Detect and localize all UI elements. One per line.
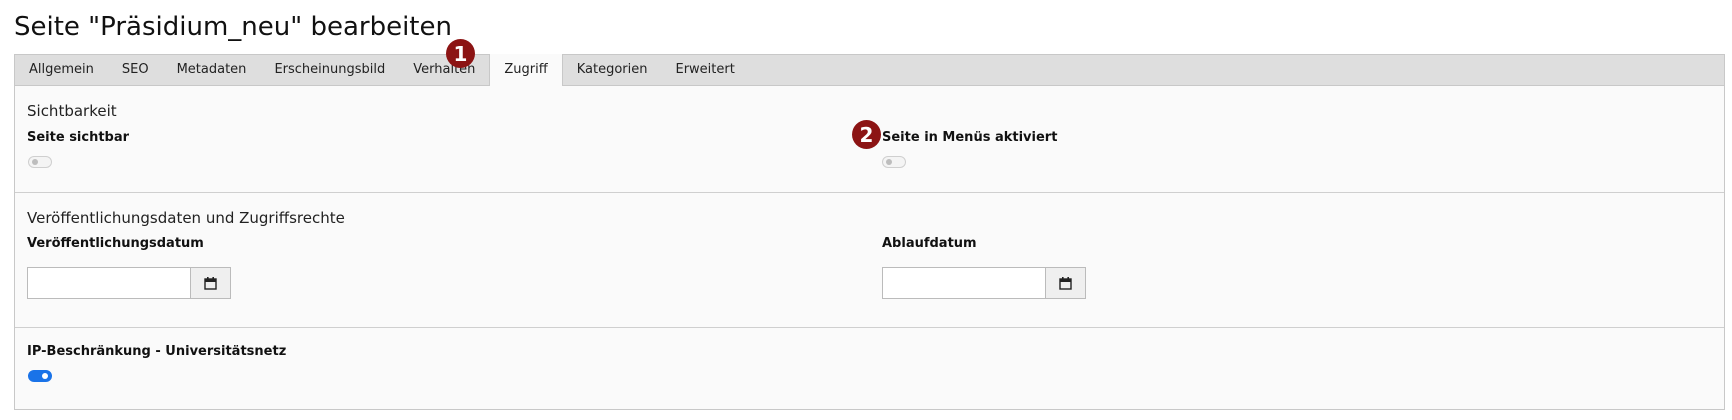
publishing-section: Veröffentlichungsdaten und Zugriffsrecht…: [15, 192, 1724, 327]
tab-erscheinungsbild[interactable]: Erscheinungsbild: [260, 55, 399, 85]
expiry-date-input[interactable]: [882, 267, 1045, 299]
step-marker-2: 2: [852, 120, 881, 149]
tab-bar: Allgemein SEO Metadaten Erscheinungsbild…: [14, 54, 1725, 86]
toggle-knob: [886, 159, 892, 165]
page-visible-toggle[interactable]: [28, 156, 52, 168]
tab-verhalten[interactable]: Verhalten: [399, 55, 489, 85]
ip-restriction-section: IP-Beschränkung - Universitätsnetz: [15, 327, 1724, 409]
tab-seo[interactable]: SEO: [108, 55, 163, 85]
tab-kategorien[interactable]: Kategorien: [563, 55, 662, 85]
ip-restriction-toggle[interactable]: [28, 370, 52, 382]
toggle-knob: [32, 159, 38, 165]
tab-zugriff[interactable]: Zugriff: [489, 54, 563, 86]
tab-erweitert[interactable]: Erweitert: [661, 55, 748, 85]
publish-date-field: [27, 267, 231, 299]
expiry-date-picker-button[interactable]: [1045, 267, 1086, 299]
tab-metadaten[interactable]: Metadaten: [163, 55, 261, 85]
calendar-icon: [204, 276, 217, 290]
publish-date-label: Veröffentlichungsdatum: [27, 236, 204, 251]
tab-allgemein[interactable]: Allgemein: [15, 55, 108, 85]
in-menus-toggle[interactable]: [882, 156, 906, 168]
calendar-icon: [1059, 276, 1072, 290]
section-title-publishing: Veröffentlichungsdaten und Zugriffsrecht…: [27, 209, 345, 227]
publish-date-picker-button[interactable]: [190, 267, 231, 299]
expiry-date-label: Ablaufdatum: [882, 236, 977, 251]
in-menus-label: Seite in Menüs aktiviert: [882, 130, 1058, 145]
publish-date-input[interactable]: [27, 267, 190, 299]
step-marker-1: 1: [446, 39, 475, 68]
toggle-knob: [42, 373, 48, 379]
section-title-visibility: Sichtbarkeit: [27, 102, 117, 120]
expiry-date-field: [882, 267, 1086, 299]
page-visible-label: Seite sichtbar: [27, 130, 130, 145]
ip-restriction-label: IP-Beschränkung - Universitätsnetz: [27, 344, 287, 359]
page-title: Seite "Präsidium_neu" bearbeiten: [14, 12, 452, 42]
